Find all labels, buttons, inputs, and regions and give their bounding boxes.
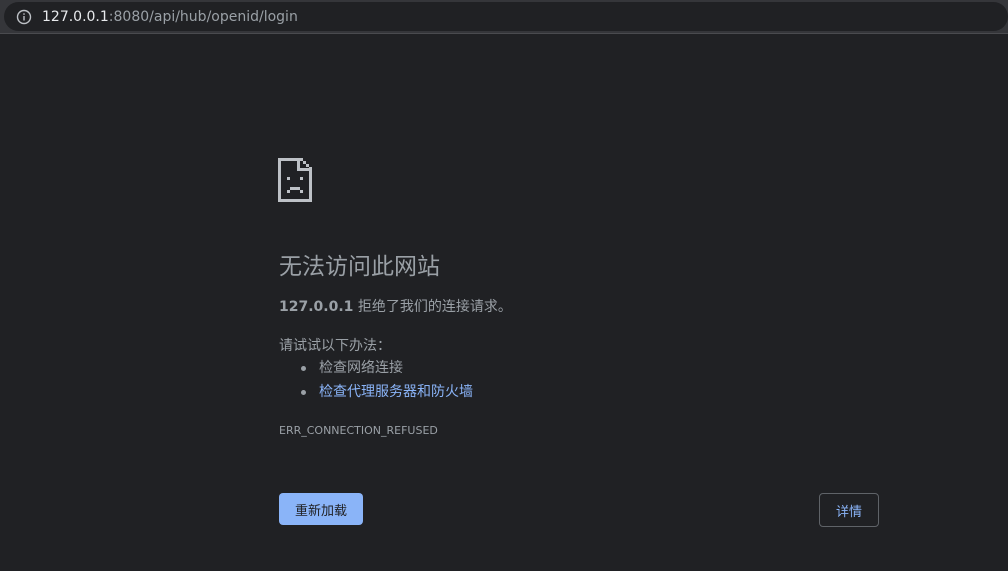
reload-button[interactable]: 重新加载 [279,493,363,525]
suggestion-check-network: 检查网络连接 [299,356,473,380]
bullet-icon [301,366,306,371]
url-host: 127.0.0.1 [42,9,109,25]
url-path: :8080/api/hub/openid/login [108,9,298,25]
error-code: ERR_CONNECTION_REFUSED [279,424,438,437]
sad-document-icon [278,158,312,202]
suggestion-label: 检查网络连接 [319,360,403,376]
details-button[interactable]: 详情 [819,493,879,527]
url-text[interactable]: 127.0.0.1:8080/api/hub/openid/login [42,9,298,25]
suggestion-check-proxy-link[interactable]: 检查代理服务器和防火墙 [299,380,473,404]
error-host: 127.0.0.1 [279,299,354,315]
suggestions-heading: 请试试以下办法： [279,338,391,354]
error-message-text: 拒绝了我们的连接请求。 [353,299,512,315]
suggestion-label[interactable]: 检查代理服务器和防火墙 [319,384,473,400]
suggestions-list: 检查网络连接 检查代理服务器和防火墙 [299,356,473,404]
bullet-icon [301,390,306,395]
info-icon[interactable] [16,9,32,25]
error-message: 127.0.0.1 拒绝了我们的连接请求。 [279,296,512,316]
address-bar: 127.0.0.1:8080/api/hub/openid/login [0,0,1008,34]
omnibox[interactable]: 127.0.0.1:8080/api/hub/openid/login [4,2,1008,31]
page-title: 无法访问此网站 [279,254,440,280]
error-page: 无法访问此网站 127.0.0.1 拒绝了我们的连接请求。 请试试以下办法： 检… [0,34,1008,571]
